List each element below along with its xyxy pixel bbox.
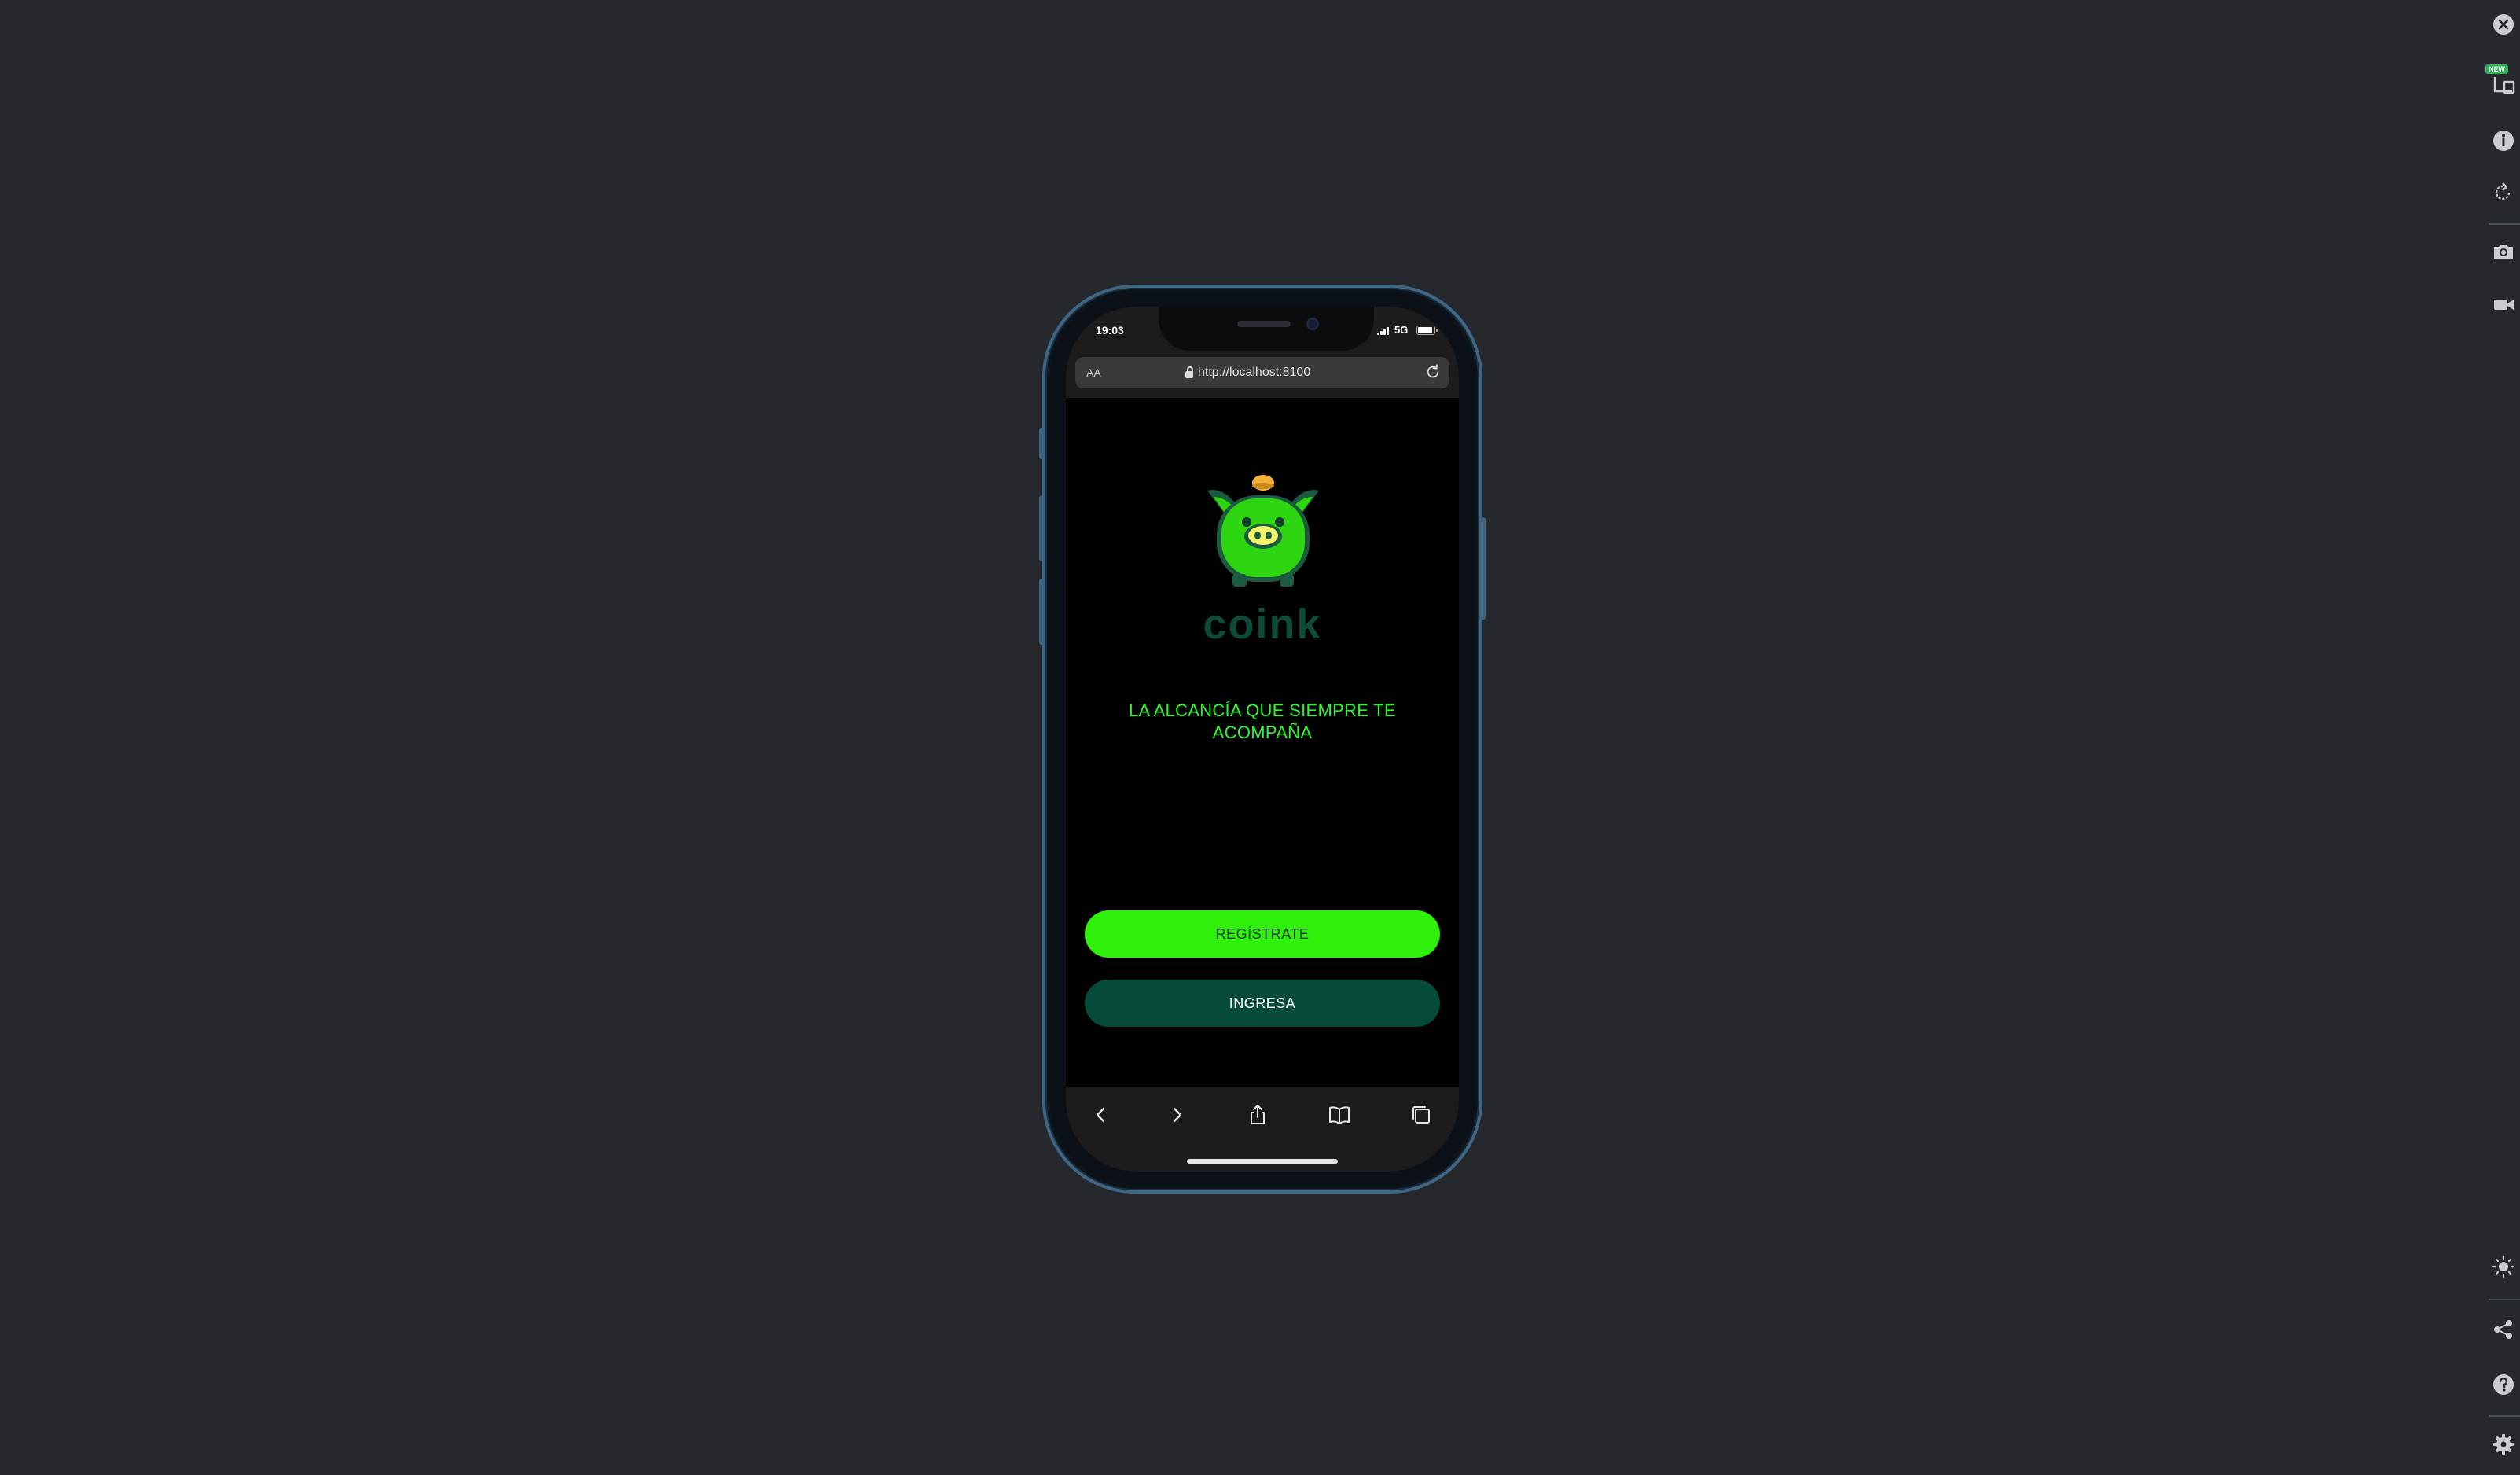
video-icon[interactable]: [2492, 292, 2515, 316]
signal-icon: [1377, 327, 1391, 335]
back-icon[interactable]: [1088, 1102, 1113, 1127]
url-text: http://localhost:8100: [1198, 366, 1311, 379]
sidebar-divider: [2489, 1415, 2520, 1417]
forward-icon[interactable]: [1165, 1102, 1190, 1127]
settings-icon[interactable]: [2492, 1433, 2515, 1456]
help-icon[interactable]: [2492, 1373, 2515, 1396]
brightness-icon[interactable]: [2492, 1255, 2515, 1278]
home-indicator[interactable]: [1187, 1159, 1338, 1164]
new-badge: NEW: [2485, 64, 2508, 74]
info-icon[interactable]: [2492, 129, 2515, 153]
register-button[interactable]: REGÍSTRATE: [1085, 910, 1440, 958]
address-bar[interactable]: AA http://localhost:8100: [1075, 357, 1449, 388]
tabs-icon[interactable]: [1409, 1102, 1434, 1127]
text-size-button[interactable]: AA: [1086, 366, 1101, 379]
coink-wordmark: coink: [1203, 604, 1321, 643]
sidebar-divider: [2489, 1299, 2520, 1300]
notch: [1159, 307, 1374, 351]
sidebar-divider: [2489, 223, 2520, 225]
device-frame: 19:03 5G AA http://localhost:8100 coink …: [1039, 285, 1486, 1194]
speaker-grille: [1237, 321, 1291, 327]
battery-icon: [1416, 326, 1438, 335]
volume-down-button: [1039, 579, 1044, 645]
tagline: LA ALCANCÍA QUE SIEMPRE TE ACOMPAÑA: [1129, 701, 1396, 742]
app-content: coink LA ALCANCÍA QUE SIEMPRE TE ACOMPAÑ…: [1066, 398, 1459, 1087]
status-time: 19:03: [1096, 324, 1124, 337]
power-button: [1481, 517, 1486, 620]
close-icon[interactable]: [2492, 13, 2515, 36]
share-icon[interactable]: [2492, 1318, 2515, 1341]
bookmarks-icon[interactable]: [1327, 1102, 1352, 1127]
lock-icon: [1185, 366, 1193, 378]
phone-screen: 19:03 5G AA http://localhost:8100 coink …: [1066, 307, 1459, 1172]
network-type: 5G: [1394, 324, 1409, 336]
login-button[interactable]: INGRESA: [1085, 980, 1440, 1027]
piggy-bank-logo: [1207, 475, 1319, 587]
url-display[interactable]: http://localhost:8100: [1185, 366, 1310, 380]
share-icon[interactable]: [1245, 1102, 1270, 1127]
devices-icon[interactable]: [2492, 74, 2515, 97]
reload-icon[interactable]: [1424, 363, 1442, 381]
screenshot-icon[interactable]: [2492, 239, 2515, 263]
front-camera: [1306, 318, 1319, 330]
emulator-sidebar: NEW: [2449, 0, 2520, 1475]
browser-toolbar: [1066, 1087, 1459, 1172]
mute-switch: [1039, 428, 1044, 459]
svg-text:coink: coink: [1203, 604, 1321, 643]
rotate-icon[interactable]: [2492, 181, 2515, 204]
browser-address-area: AA http://localhost:8100: [1066, 352, 1459, 398]
volume-up-button: [1039, 495, 1044, 561]
